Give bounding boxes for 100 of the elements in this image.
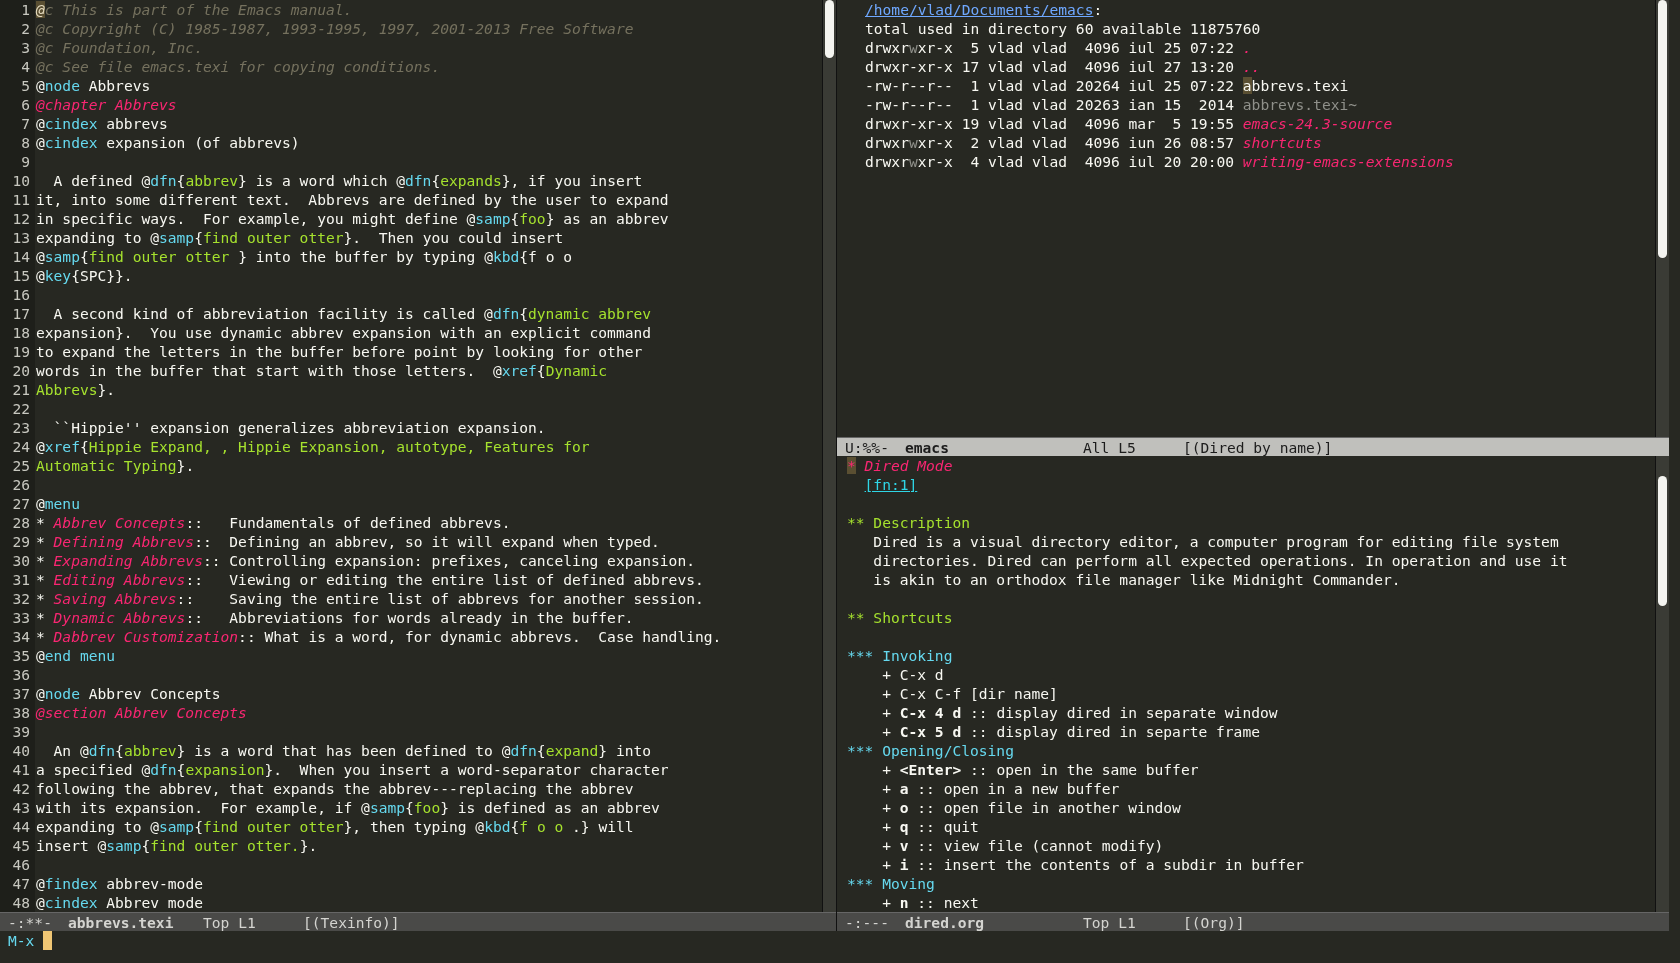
line-number: 17 xyxy=(11,304,30,323)
directory-path-link[interactable]: /home/vlad/Documents/emacs xyxy=(865,1,1094,18)
status-text: -:--- xyxy=(845,913,890,931)
line-number: 36 xyxy=(11,665,30,684)
list-item: + n :: next xyxy=(881,893,979,912)
line-number: 37 xyxy=(11,684,30,703)
code-line: @cindex expansion (of abbrevs) xyxy=(36,133,300,152)
code-line: Abbrevs}. xyxy=(36,380,116,399)
code-line: words in the buffer that start with those letters. @xref{Dynamic xyxy=(36,361,608,380)
line-number: 22 xyxy=(11,399,30,418)
scrollbar[interactable] xyxy=(822,0,836,912)
position-text: Top L1 xyxy=(1083,913,1137,931)
line-number: 12 xyxy=(11,209,30,228)
directory-entry[interactable]: drwxrwxr-x 4 vlad vlad 4096 iul 20 20:00 writing-emacs-extensions xyxy=(847,152,1454,171)
code-line: * Dabbrev Customization:: What is a word, for dynamic abbrevs. Case handling. xyxy=(36,627,722,646)
code-line: @c This is part of the Emacs manual. xyxy=(36,0,353,19)
line-number: 45 xyxy=(11,836,30,855)
line-number: 46 xyxy=(11,855,30,874)
line-number: 13 xyxy=(11,228,30,247)
path-colon: : xyxy=(1093,1,1103,18)
code-line: ``Hippie'' expansion generalizes abbreviation expansion. xyxy=(52,418,546,437)
directory-entry[interactable]: -rw-r--r-- 1 vlad vlad 20264 iul 25 07:22 abbrevs.texi xyxy=(847,76,1349,95)
line-number: 21 xyxy=(11,380,30,399)
directory-entry[interactable]: drwxrwxr-x 5 vlad vlad 4096 iul 25 07:22 . xyxy=(847,38,1252,57)
line-number: 42 xyxy=(11,779,30,798)
scrollbar-thumb[interactable] xyxy=(825,0,834,58)
code-line: * Dynamic Abbrevs:: Abbreviations for words already in the buffer. xyxy=(36,608,634,627)
org-heading: *** Moving xyxy=(847,874,935,893)
list-item: + o :: open file in another window xyxy=(881,798,1181,817)
line-number: 28 xyxy=(11,513,30,532)
status-text: U:%%- xyxy=(845,438,890,456)
line-number: 34 xyxy=(11,627,30,646)
scrollbar[interactable] xyxy=(1655,456,1669,912)
directory-entry[interactable]: drwxr-xr-x 17 vlad vlad 4096 iul 27 13:20 .. xyxy=(847,57,1261,76)
code-line: A defined @dfn{abbrev} is a word which @dfn{expands}, if you insert xyxy=(52,171,643,190)
line-number: 20 xyxy=(11,361,30,380)
buffer-name: emacs xyxy=(905,438,950,456)
line-number: 47 xyxy=(11,874,30,893)
line-number: 8 xyxy=(20,133,30,152)
code-line: @c Copyright (C) 1985-1987, 1993-1995, 1997, 2001-2013 Free Software xyxy=(36,19,634,38)
line-number: 41 xyxy=(11,760,30,779)
code-line: * Editing Abbrevs:: Viewing or editing the entire list of defined abbrevs. xyxy=(36,570,704,589)
line-number: 48 xyxy=(11,893,30,912)
buffer-name: abbrevs.texi xyxy=(68,913,175,931)
line-number: 9 xyxy=(20,152,30,171)
code-line: * Saving Abbrevs:: Saving the entire list of abbrevs for another session. xyxy=(36,589,704,608)
code-line: @c Foundation, Inc. xyxy=(36,38,203,57)
line-number: 14 xyxy=(11,247,30,266)
line-number: 40 xyxy=(11,741,30,760)
line-number: 5 xyxy=(20,76,30,95)
line-number: 7 xyxy=(20,114,30,133)
line-number: 3 xyxy=(20,38,30,57)
line-number: 18 xyxy=(11,323,30,342)
code-line: it, into some different text. Abbrevs are defined by the user to expand xyxy=(36,190,669,209)
code-line: with its expansion. For example, if @samp{foo} is defined as an abbrev xyxy=(36,798,660,817)
code-line: @menu xyxy=(36,494,80,513)
line-number: 1 xyxy=(20,0,30,19)
list-item: + a :: open in a new buffer xyxy=(881,779,1120,798)
directory-entry[interactable]: drwxr-xr-x 19 vlad vlad 4096 mar 5 19:55 emacs-24.3-source xyxy=(847,114,1393,133)
scrollbar-thumb[interactable] xyxy=(1658,0,1667,258)
scrollbar-thumb[interactable] xyxy=(1658,476,1667,606)
org-heading: * Dired Mode xyxy=(847,456,953,475)
directory-entry[interactable]: total used in directory 60 available 11875760 xyxy=(847,19,1261,38)
code-line: @xref{Hippie Expand, , Hippie Expansion, autotype, Features for xyxy=(36,437,590,456)
line-number: 27 xyxy=(11,494,30,513)
code-line: @key{SPC}}. xyxy=(36,266,133,285)
org-heading: *** Invoking xyxy=(847,646,953,665)
code-line: @section Abbrev Concepts xyxy=(36,703,247,722)
code-line: to expand the letters in the buffer before point by looking for other xyxy=(36,342,643,361)
line-number: 44 xyxy=(11,817,30,836)
code-line: a specified @dfn{expansion}. When you insert a word-separator character xyxy=(36,760,669,779)
line-number: 6 xyxy=(20,95,30,114)
directory-entry[interactable]: -rw-r--r-- 1 vlad vlad 20263 ian 15 2014 abbrevs.texi~ xyxy=(847,95,1358,114)
directory-entry[interactable]: drwxrwxr-x 2 vlad vlad 4096 iun 26 08:57 shortcuts xyxy=(847,133,1322,152)
line-number: 29 xyxy=(11,532,30,551)
body-text: is akin to an orthodox file manager like Midnight Commander. xyxy=(872,570,1401,589)
org-heading: ** Shortcuts xyxy=(847,608,953,627)
status-text: -:**- xyxy=(8,913,53,931)
line-number: 16 xyxy=(11,285,30,304)
code-line: A second kind of abbreviation facility is called @dfn{dynamic abbrev xyxy=(52,304,652,323)
text-cursor xyxy=(43,931,53,950)
line-number: 10 xyxy=(11,171,30,190)
code-line: @cindex abbrevs xyxy=(36,114,168,133)
code-line: following the abbrev, that expands the abbrev---replacing the abbrev xyxy=(36,779,634,798)
list-item: + C-x 4 d :: display dired in separate window xyxy=(881,703,1278,722)
scrollbar[interactable] xyxy=(1655,0,1669,437)
line-number: 33 xyxy=(11,608,30,627)
footnote-link[interactable]: [fn:1] xyxy=(847,475,918,494)
list-item: + C-x C-f [dir name] xyxy=(881,684,1058,703)
line-number: 25 xyxy=(11,456,30,475)
line-number: 26 xyxy=(11,475,30,494)
code-line: @findex abbrev-mode xyxy=(36,874,203,893)
org-heading: ** Description xyxy=(847,513,970,532)
code-line: insert @samp{find outer otter.}. xyxy=(36,836,318,855)
line-number: 2 xyxy=(20,19,30,38)
code-line: @chapter Abbrevs xyxy=(36,95,177,114)
major-mode-text: [(Dired by name)] xyxy=(1183,438,1333,456)
list-item: + C-x 5 d :: display dired in separte frame xyxy=(881,722,1260,741)
list-item: + C-x d xyxy=(881,665,944,684)
code-line: @samp{find outer otter } into the buffer by typing @kbd{f o o xyxy=(36,247,572,266)
